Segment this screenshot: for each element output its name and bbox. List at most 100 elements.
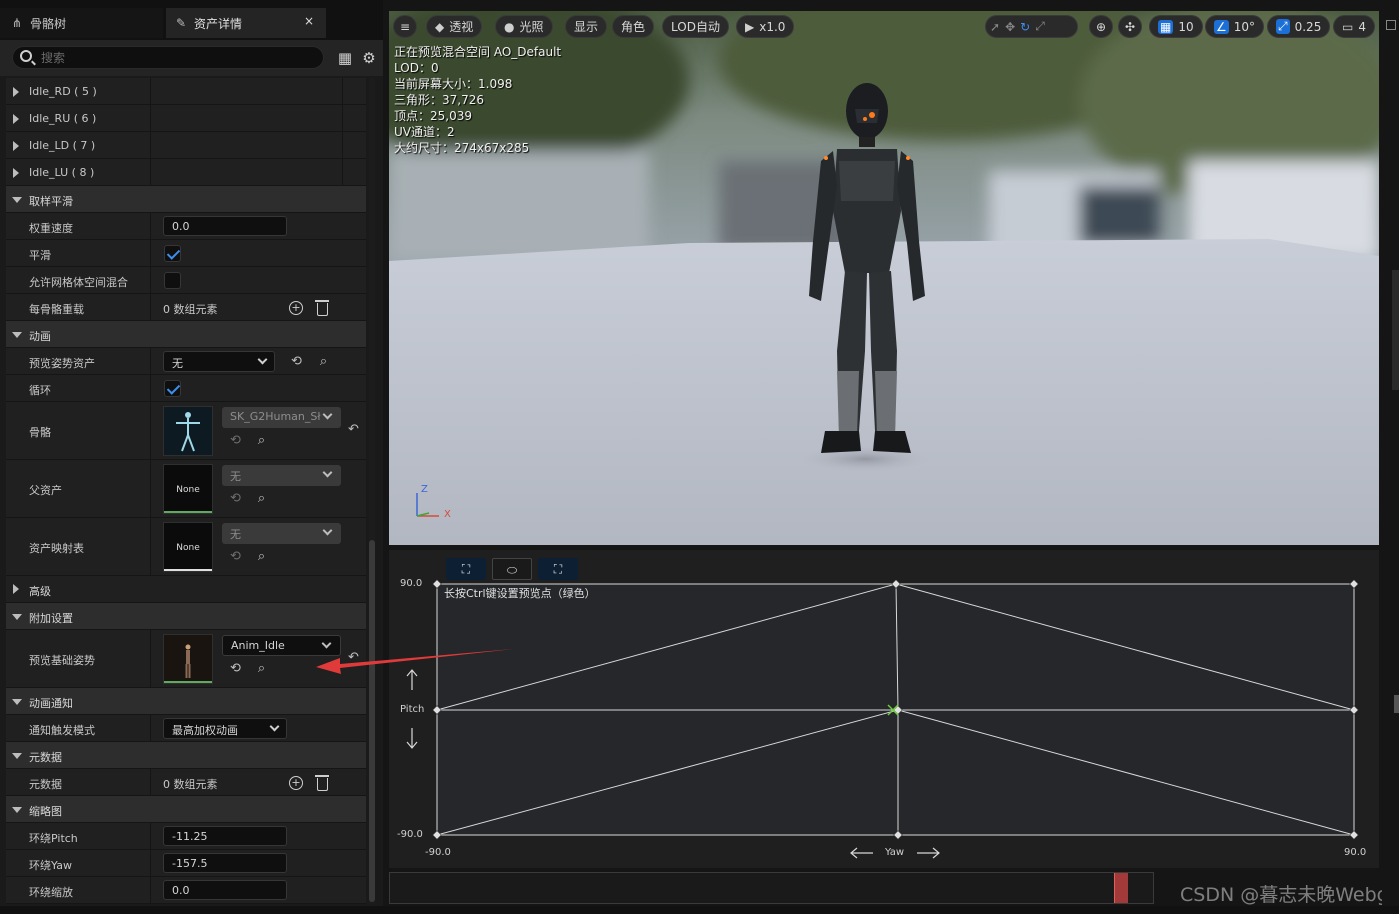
property-skeleton: 骨骼 SK_G2Human_Sł ⟲ ⌕ ↶ [6, 402, 366, 460]
move-icon[interactable]: ✥ [1005, 20, 1015, 34]
tab-skeleton-tree[interactable]: ⋔ 骨骼树 [0, 8, 163, 38]
side-scroll[interactable] [1392, 270, 1399, 390]
parent-thumbnail[interactable]: None [163, 464, 213, 514]
playback-speed-button[interactable]: ▶ x1.0 [736, 15, 795, 38]
orbit-zoom-field[interactable]: 0.0 [163, 880, 287, 900]
browse-icon[interactable]: ⌕ [254, 433, 269, 448]
character-button[interactable]: 角色 [612, 15, 655, 38]
stat-line: 正在预览混合空间 AO_Default [394, 45, 562, 59]
divider [150, 240, 151, 266]
close-icon[interactable]: × [304, 14, 314, 28]
list-item[interactable]: Idle_RU ( 6 ) [6, 105, 366, 132]
divider [150, 213, 151, 239]
perspective-button[interactable]: ◆ 透视 [426, 15, 483, 38]
parent-dropdown[interactable]: 无 [222, 465, 341, 486]
surface-snap-button[interactable]: ✣ [1118, 15, 1142, 38]
show-button[interactable]: 显示 [565, 15, 608, 38]
category-animation[interactable]: 动画 [6, 321, 366, 348]
trash-icon[interactable] [315, 775, 329, 791]
coordinate-space-button[interactable]: ⊕ [1089, 15, 1113, 38]
list-item[interactable]: Idle_LU ( 8 ) [6, 159, 366, 186]
property-label: 循环 [29, 384, 51, 397]
viewport[interactable]: Z X ≡ ◆ 透视 ● 光照 显示 角色 LOD自动 ▶ x1.0 ➚ ✥ ↻ ⤢ … [389, 11, 1379, 545]
scrollbar-thumb[interactable] [369, 540, 375, 902]
list-item[interactable]: Idle_RD ( 5 ) [6, 78, 366, 105]
preview-pose-dropdown[interactable]: 无 [163, 351, 275, 372]
search-input[interactable] [41, 49, 311, 66]
skeleton-dropdown[interactable]: SK_G2Human_Sł [222, 407, 341, 428]
rotate-icon[interactable]: ↻ [1020, 20, 1030, 34]
weight-speed-field[interactable]: 0.0 [163, 216, 287, 236]
camera-speed-button[interactable]: ▭ 4 [1333, 15, 1375, 38]
collapse-icon[interactable] [12, 699, 22, 705]
grid-snap-button[interactable]: ▦ 10 [1149, 15, 1203, 38]
timeline-marker[interactable] [1114, 873, 1128, 903]
expand-icon[interactable] [13, 168, 19, 178]
trash-icon[interactable] [315, 300, 329, 316]
property-smooth: 平滑 [6, 240, 366, 267]
angle-snap-button[interactable]: ∠ 10° [1205, 15, 1265, 38]
category-metadata[interactable]: 元数据 [6, 742, 366, 769]
tab-asset-details[interactable]: ✎ 资产详情 × [166, 8, 326, 38]
orbit-yaw-field[interactable]: -157.5 [163, 853, 287, 873]
category-thumbnail[interactable]: 缩略图 [6, 796, 366, 823]
add-icon[interactable]: + [289, 776, 303, 790]
category-sampling[interactable]: 取样平滑 [6, 186, 366, 213]
mapping-dropdown[interactable]: 无 [222, 523, 341, 544]
skeleton-thumbnail[interactable] [163, 406, 213, 456]
reset-icon[interactable]: ↶ [348, 650, 359, 665]
base-pose-thumbnail[interactable] [163, 634, 213, 684]
loop-checkbox[interactable] [164, 380, 181, 397]
table-view-icon[interactable]: ▦ [336, 49, 354, 67]
use-selected-icon[interactable]: ⟲ [228, 491, 243, 506]
lod-button[interactable]: LOD自动 [662, 15, 729, 38]
stat-line: 顶点：25,039 [394, 109, 472, 123]
category-advanced[interactable]: 高级 [6, 576, 366, 603]
search-box[interactable] [12, 46, 324, 69]
browse-icon[interactable]: ⌕ [254, 491, 269, 506]
viewport-menu-button[interactable]: ≡ [393, 15, 417, 38]
timeline-scrubber[interactable] [389, 872, 1154, 904]
select-icon[interactable]: ➚ [990, 20, 1000, 34]
divider [150, 348, 151, 374]
world-icon: ⊕ [1095, 19, 1107, 34]
collapse-icon[interactable] [12, 807, 22, 813]
expand-icon[interactable] [13, 141, 19, 151]
use-selected-icon[interactable]: ⟲ [289, 354, 304, 369]
lighting-button[interactable]: ● 光照 [495, 15, 553, 38]
notify-trigger-dropdown[interactable]: 最高加权动画 [163, 718, 287, 739]
gear-icon[interactable]: ⚙ [360, 49, 378, 67]
collapse-icon[interactable] [12, 753, 22, 759]
collapse-icon[interactable] [12, 197, 22, 203]
collapse-icon[interactable] [12, 614, 22, 620]
button-label: 4 [1358, 19, 1366, 34]
side-handle[interactable] [1394, 695, 1399, 713]
use-selected-icon[interactable]: ⟲ [228, 549, 243, 564]
divider [150, 518, 151, 575]
expand-icon[interactable] [13, 114, 19, 124]
divider [150, 402, 151, 459]
base-pose-dropdown[interactable]: Anim_Idle [222, 635, 341, 656]
scale-icon[interactable]: ⤢ [1035, 19, 1045, 34]
use-selected-icon[interactable]: ⟲ [228, 661, 243, 676]
expand-icon[interactable] [13, 584, 19, 594]
orbit-pitch-field[interactable]: -11.25 [163, 826, 287, 846]
panel-icon[interactable] [1386, 20, 1396, 30]
reset-icon[interactable]: ↶ [348, 422, 359, 437]
smooth-checkbox[interactable] [164, 245, 181, 262]
category-additive[interactable]: 附加设置 [6, 603, 366, 630]
mesh-space-checkbox[interactable] [164, 272, 181, 289]
scale-snap-button[interactable]: ⤢ 0.25 [1267, 15, 1331, 38]
blend-space-editor[interactable]: ⛶ ⬭ ⛶ 长按Ctrl键设置预览点（绿色） 90.0 Pitch -90.0 … [389, 550, 1379, 868]
array-count: 0 数组元素 [163, 778, 218, 791]
browse-icon[interactable]: ⌕ [316, 354, 331, 369]
browse-icon[interactable]: ⌕ [254, 549, 269, 564]
category-notify[interactable]: 动画通知 [6, 688, 366, 715]
add-icon[interactable]: + [289, 301, 303, 315]
expand-icon[interactable] [13, 87, 19, 97]
use-selected-icon[interactable]: ⟲ [228, 433, 243, 448]
list-item[interactable]: Idle_LD ( 7 ) [6, 132, 366, 159]
mapping-thumbnail[interactable]: None [163, 522, 213, 572]
collapse-icon[interactable] [12, 332, 22, 338]
browse-icon[interactable]: ⌕ [254, 661, 269, 676]
